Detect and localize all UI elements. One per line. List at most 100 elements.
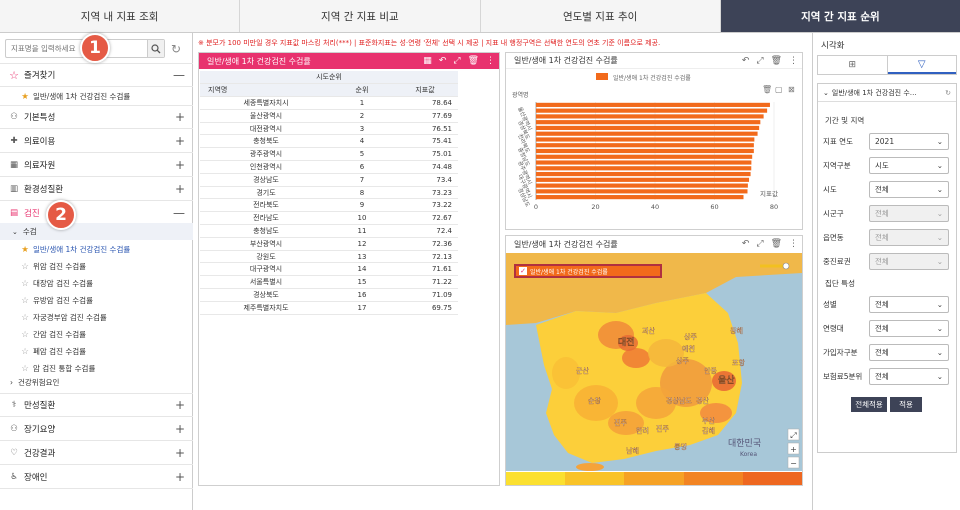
bar[interactable] xyxy=(536,189,748,194)
indicator-item[interactable]: ☆ 간암 검진 수검률 xyxy=(0,326,193,343)
table-row[interactable]: 충청남도 11 72.4 xyxy=(200,224,458,238)
category-medical-use[interactable]: ✚ 의료이용 + xyxy=(0,129,193,153)
plus-icon[interactable]: + xyxy=(175,470,185,484)
collapse-icon[interactable]: — xyxy=(173,68,185,82)
plus-icon[interactable]: + xyxy=(175,158,185,172)
favorite-item[interactable]: ★ 일반/생애 1차 건강검진 수검률 xyxy=(0,88,193,105)
undo-icon[interactable]: ↶ xyxy=(742,239,750,249)
table-row[interactable]: 대구광역시 14 71.61 xyxy=(200,262,458,277)
table-row[interactable]: 전라북도 9 73.22 xyxy=(200,198,458,213)
bar[interactable] xyxy=(536,108,768,113)
more-icon[interactable]: ⋮ xyxy=(789,239,798,249)
filter-select[interactable]: 전체 ⌄ xyxy=(869,205,949,222)
subgroup-collapsed[interactable]: › 건강위험요인 xyxy=(0,374,193,391)
table-row[interactable]: 경상남도 7 73.4 xyxy=(200,173,458,187)
star-outline-icon[interactable]: ☆ xyxy=(20,330,30,340)
plus-icon[interactable]: + xyxy=(175,446,185,460)
table-row[interactable]: 대전광역시 3 76.51 xyxy=(200,122,458,136)
bar[interactable] xyxy=(536,131,758,136)
indicator-item[interactable]: ★ 일반/생애 1차 건강검진 수검률 xyxy=(0,241,193,258)
plus-icon[interactable]: + xyxy=(175,422,185,436)
table-row[interactable]: 강원도 13 72.13 xyxy=(200,250,458,264)
bar[interactable] xyxy=(536,177,750,182)
search-input[interactable] xyxy=(6,40,146,57)
apply-button[interactable]: 적용 xyxy=(890,397,922,412)
bar[interactable] xyxy=(536,125,760,131)
tab-region-compare[interactable]: 지역 간 지표 비교 xyxy=(240,0,481,32)
category-longterm-care[interactable]: ⚇ 장기요양 + xyxy=(0,417,193,441)
bar[interactable] xyxy=(536,102,770,107)
favorites-category[interactable]: ☆ 즐겨찾기 — xyxy=(0,63,193,87)
category-chronic[interactable]: ⚕ 만성질환 + xyxy=(0,393,193,417)
filter-select[interactable]: 전체 ⌄ xyxy=(869,181,949,198)
table-row[interactable]: 충청북도 4 75.41 xyxy=(200,134,458,149)
search-button[interactable] xyxy=(147,40,164,57)
indicator-header[interactable]: ⌄ 일반/생애 1차 건강검진 수… ↻ xyxy=(818,84,956,102)
filter-select[interactable]: 전체 ⌄ xyxy=(869,320,949,337)
jeju-island[interactable] xyxy=(576,463,604,471)
col-value[interactable]: 지표값 xyxy=(392,83,458,98)
filter-select[interactable]: 전체 ⌄ xyxy=(869,229,949,246)
indicator-item[interactable]: ☆ 유방암 검진 수검률 xyxy=(0,292,193,309)
plus-icon[interactable]: + xyxy=(175,134,185,148)
bar[interactable] xyxy=(536,120,761,125)
bar[interactable] xyxy=(536,143,754,148)
table-row[interactable]: 제주특별자치도 17 69.75 xyxy=(200,301,458,315)
filter-select[interactable]: 2021 ⌄ xyxy=(869,133,949,150)
indicator-item[interactable]: ☆ 위암 검진 수검률 xyxy=(0,258,193,275)
more-icon[interactable]: ⋮ xyxy=(486,56,495,66)
table-row[interactable]: 전라남도 10 72.67 xyxy=(200,211,458,226)
filter-select[interactable]: 전체 ⌄ xyxy=(869,253,949,270)
collapse-icon[interactable]: — xyxy=(173,206,185,220)
more-icon[interactable]: ⋮ xyxy=(789,56,798,66)
indicator-item[interactable]: ☆ 자궁경부암 검진 수검률 xyxy=(0,309,193,326)
star-outline-icon[interactable]: ☆ xyxy=(20,313,30,323)
category-environment[interactable]: ▥ 환경성질환 + xyxy=(0,177,193,201)
star-outline-icon[interactable]: ☆ xyxy=(20,296,30,306)
filter-select[interactable]: 전체 ⌄ xyxy=(869,368,949,385)
table-row[interactable]: 울산광역시 2 77.69 xyxy=(200,109,458,123)
close-icon[interactable]: ⊠ xyxy=(788,85,795,94)
undo-icon[interactable]: ↶ xyxy=(742,56,750,66)
bar[interactable] xyxy=(536,137,755,142)
bar[interactable] xyxy=(536,171,751,177)
apply-all-button[interactable]: 전체적용 xyxy=(851,397,887,412)
map-legend[interactable]: ✓ 일반/생애 1차 건강검진 수검률 xyxy=(514,264,662,278)
col-region[interactable]: 지역명 xyxy=(200,83,332,98)
plus-icon[interactable]: + xyxy=(175,182,185,196)
plus-icon[interactable]: + xyxy=(175,398,185,412)
filter-select[interactable]: 시도 ⌄ xyxy=(869,157,949,174)
indicator-item[interactable]: ☆ 대장암 검진 수검률 xyxy=(0,275,193,292)
star-outline-icon[interactable]: ☆ xyxy=(20,347,30,357)
choropleth-map[interactable]: 대전울산부산군산순창상주안동포항예천한려동해김해통영남해진주진주상주괴산경상남도… xyxy=(506,253,802,471)
indicator-item[interactable]: ☆ 폐암 검진 수검률 xyxy=(0,343,193,360)
checkbox-icon[interactable]: ✓ xyxy=(519,267,527,275)
category-disabled[interactable]: ♿ 장애인 + xyxy=(0,465,193,489)
star-filled-icon[interactable]: ★ xyxy=(20,245,30,255)
expand-icon[interactable]: ⤢ xyxy=(756,56,763,66)
bar[interactable] xyxy=(536,160,752,165)
table-row[interactable]: 광주광역시 5 75.01 xyxy=(200,147,458,162)
plus-icon[interactable]: + xyxy=(175,110,185,124)
expand-icon[interactable]: ⤢ xyxy=(756,239,763,249)
col-rank[interactable]: 순위 xyxy=(332,83,392,98)
bar[interactable] xyxy=(536,148,754,154)
star-outline-icon[interactable]: ☆ xyxy=(20,279,30,289)
tab-indicator-list[interactable]: ⊞ xyxy=(818,56,888,74)
filter-select[interactable]: 전체 ⌄ xyxy=(869,344,949,361)
category-medical-resource[interactable]: ▦ 의료자원 + xyxy=(0,153,193,177)
category-basic[interactable]: ⚇ 기본특성 + xyxy=(0,105,193,129)
refresh-icon[interactable]: ↻ xyxy=(168,41,184,57)
bar[interactable] xyxy=(536,166,752,171)
tab-region-indicator[interactable]: 지역 내 지표 조회 xyxy=(0,0,241,32)
square-icon[interactable]: ▢ xyxy=(775,85,783,94)
subgroup-header[interactable]: ⌄ 수검 xyxy=(0,223,193,240)
star-outline-icon[interactable]: ☆ xyxy=(20,262,30,272)
star-outline-icon[interactable]: ☆ xyxy=(20,364,30,374)
table-icon[interactable]: ▦ xyxy=(423,56,432,66)
tab-filter[interactable]: ▽ xyxy=(887,56,956,74)
trash-icon[interactable]: 🗑 xyxy=(771,56,782,66)
bar[interactable] xyxy=(536,195,744,200)
bar[interactable] xyxy=(536,114,764,119)
expand-icon[interactable]: ⤢ xyxy=(453,56,460,66)
